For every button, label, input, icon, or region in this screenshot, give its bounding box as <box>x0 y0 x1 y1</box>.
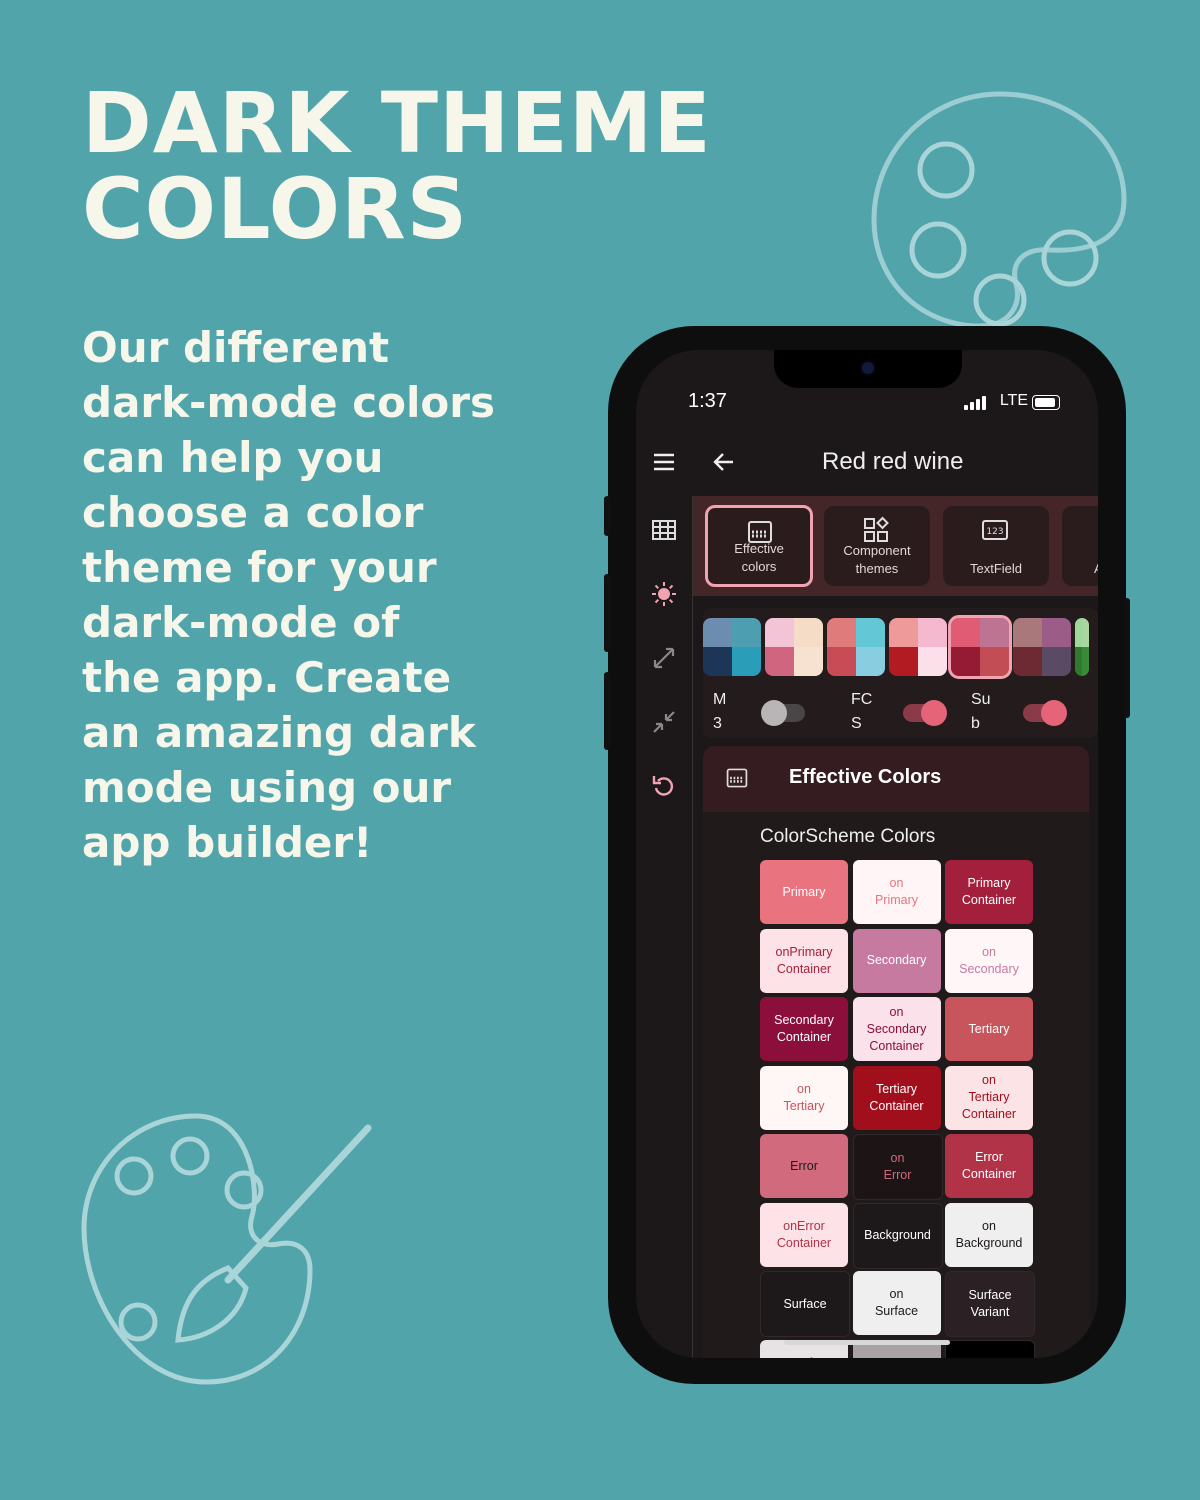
theme-tabs: Effective colors Component themes 123 Te… <box>693 496 1098 596</box>
theme-swatch[interactable] <box>889 618 947 676</box>
theme-swatch[interactable] <box>765 618 823 676</box>
description-line: can help you <box>82 433 384 482</box>
option-toggle[interactable] <box>761 700 805 726</box>
color-swatch[interactable]: Error Container <box>945 1134 1033 1198</box>
description-line: app builder! <box>82 818 373 867</box>
theme-swatch[interactable] <box>948 615 1012 679</box>
color-swatch[interactable]: Tertiary Container <box>852 1065 941 1130</box>
collapse-icon[interactable] <box>650 708 678 736</box>
tab-textfield[interactable]: 123 TextField <box>943 506 1049 586</box>
tab-label: TextField <box>969 561 1023 576</box>
description-line: dark-mode colors <box>82 378 495 427</box>
headline-line-2: COLORS <box>82 160 469 258</box>
phone-mockup: 1:37 LTE Red red wine Effective colors C… <box>604 326 1130 1384</box>
headline-line-1: DARK THEME <box>82 74 712 172</box>
reset-icon[interactable] <box>650 772 678 800</box>
camera-icon <box>862 362 874 374</box>
option-label: FC S <box>851 691 873 732</box>
palette-icon <box>871 91 1127 329</box>
widgets-icon <box>864 516 889 542</box>
color-swatch[interactable]: Surface <box>760 1271 850 1337</box>
theme-selector: M 3 FC S Su b <box>703 608 1098 738</box>
number-field-icon: 123 <box>982 520 1008 540</box>
option-label: Su b <box>971 691 991 732</box>
back-arrow-icon[interactable] <box>712 450 736 474</box>
app-bar: Red red wine <box>636 432 1098 492</box>
battery-icon <box>1032 395 1060 410</box>
color-swatch[interactable]: on Surface <box>852 1271 941 1335</box>
color-swatch[interactable]: Error <box>760 1134 848 1198</box>
description-line: dark-mode of <box>82 598 400 647</box>
panel-title: Effective Colors <box>789 766 942 788</box>
description-line: Our different <box>82 323 390 372</box>
notch <box>774 350 962 388</box>
description-text: Our different dark-mode colors can help yo… <box>82 320 552 870</box>
description-line: choose a color <box>82 488 424 537</box>
theme-swatch[interactable] <box>1013 618 1071 676</box>
tab-more[interactable]: A <box>1062 506 1098 586</box>
color-swatch[interactable]: Tertiary <box>945 997 1033 1061</box>
description-line: theme for your <box>82 543 437 592</box>
color-swatch[interactable]: onPrimary Container <box>760 928 848 993</box>
headline: DARK THEME COLORS <box>82 80 712 252</box>
app-screen: 1:37 LTE Red red wine Effective colors C… <box>636 350 1098 1358</box>
color-swatch[interactable]: on Primary <box>852 860 941 924</box>
tab-label: A <box>1062 560 1098 578</box>
page-title: Red red wine <box>822 448 964 475</box>
menu-icon[interactable] <box>652 450 676 474</box>
tab-label: Component themes <box>843 543 911 576</box>
color-swatch[interactable]: Secondary Container <box>760 997 848 1061</box>
tab-label: Effective colors <box>734 541 784 574</box>
color-swatch[interactable]: onError Container <box>760 1202 848 1267</box>
tab-effective-colors[interactable]: Effective colors <box>705 505 813 587</box>
description-line: an amazing dark <box>82 708 476 757</box>
color-swatch[interactable]: Surface Variant <box>945 1271 1035 1337</box>
option-toggle[interactable] <box>1023 700 1067 726</box>
effective-colors-icon <box>726 768 748 788</box>
option-label: M 3 <box>713 691 727 732</box>
option-toggle[interactable] <box>903 700 947 726</box>
theme-swatch[interactable] <box>703 618 761 676</box>
color-swatch[interactable]: on Secondary Container <box>852 997 941 1061</box>
color-swatch[interactable]: Primary <box>760 860 848 924</box>
status-bar: 1:37 LTE <box>636 390 1098 420</box>
sun-icon[interactable] <box>650 580 678 608</box>
color-swatch[interactable]: on Tertiary <box>760 1065 848 1130</box>
color-swatch[interactable]: Shadow <box>945 1339 1035 1358</box>
color-swatch[interactable]: on Background <box>945 1202 1033 1267</box>
color-swatch[interactable]: Primary Container <box>945 860 1033 924</box>
description-line: the app. Create <box>82 653 452 702</box>
tab-component-themes[interactable]: Component themes <box>824 506 930 586</box>
signal-icon <box>964 396 990 410</box>
network-label: LTE <box>999 392 1028 409</box>
home-indicator[interactable] <box>784 1340 950 1345</box>
status-time: 1:37 <box>688 390 727 412</box>
grid-icon[interactable] <box>650 516 678 544</box>
theme-swatch[interactable] <box>827 618 885 676</box>
side-rail <box>636 496 693 1358</box>
color-swatch[interactable]: on Tertiary Container <box>945 1065 1033 1130</box>
expand-icon[interactable] <box>650 644 678 672</box>
effective-colors-header[interactable]: Effective Colors <box>703 746 1089 812</box>
theme-swatch[interactable] <box>1075 618 1089 676</box>
color-swatch[interactable]: on Secondary <box>945 928 1033 993</box>
description-line: mode using our <box>82 763 452 812</box>
colorscheme-title: ColorScheme Colors <box>760 826 936 847</box>
svg-text:123: 123 <box>986 527 1003 537</box>
color-swatch[interactable]: Background <box>852 1202 943 1269</box>
color-swatch[interactable]: Secondary <box>852 928 941 993</box>
palette-brush-icon <box>81 1113 372 1385</box>
color-swatch[interactable]: on Error <box>852 1134 943 1200</box>
